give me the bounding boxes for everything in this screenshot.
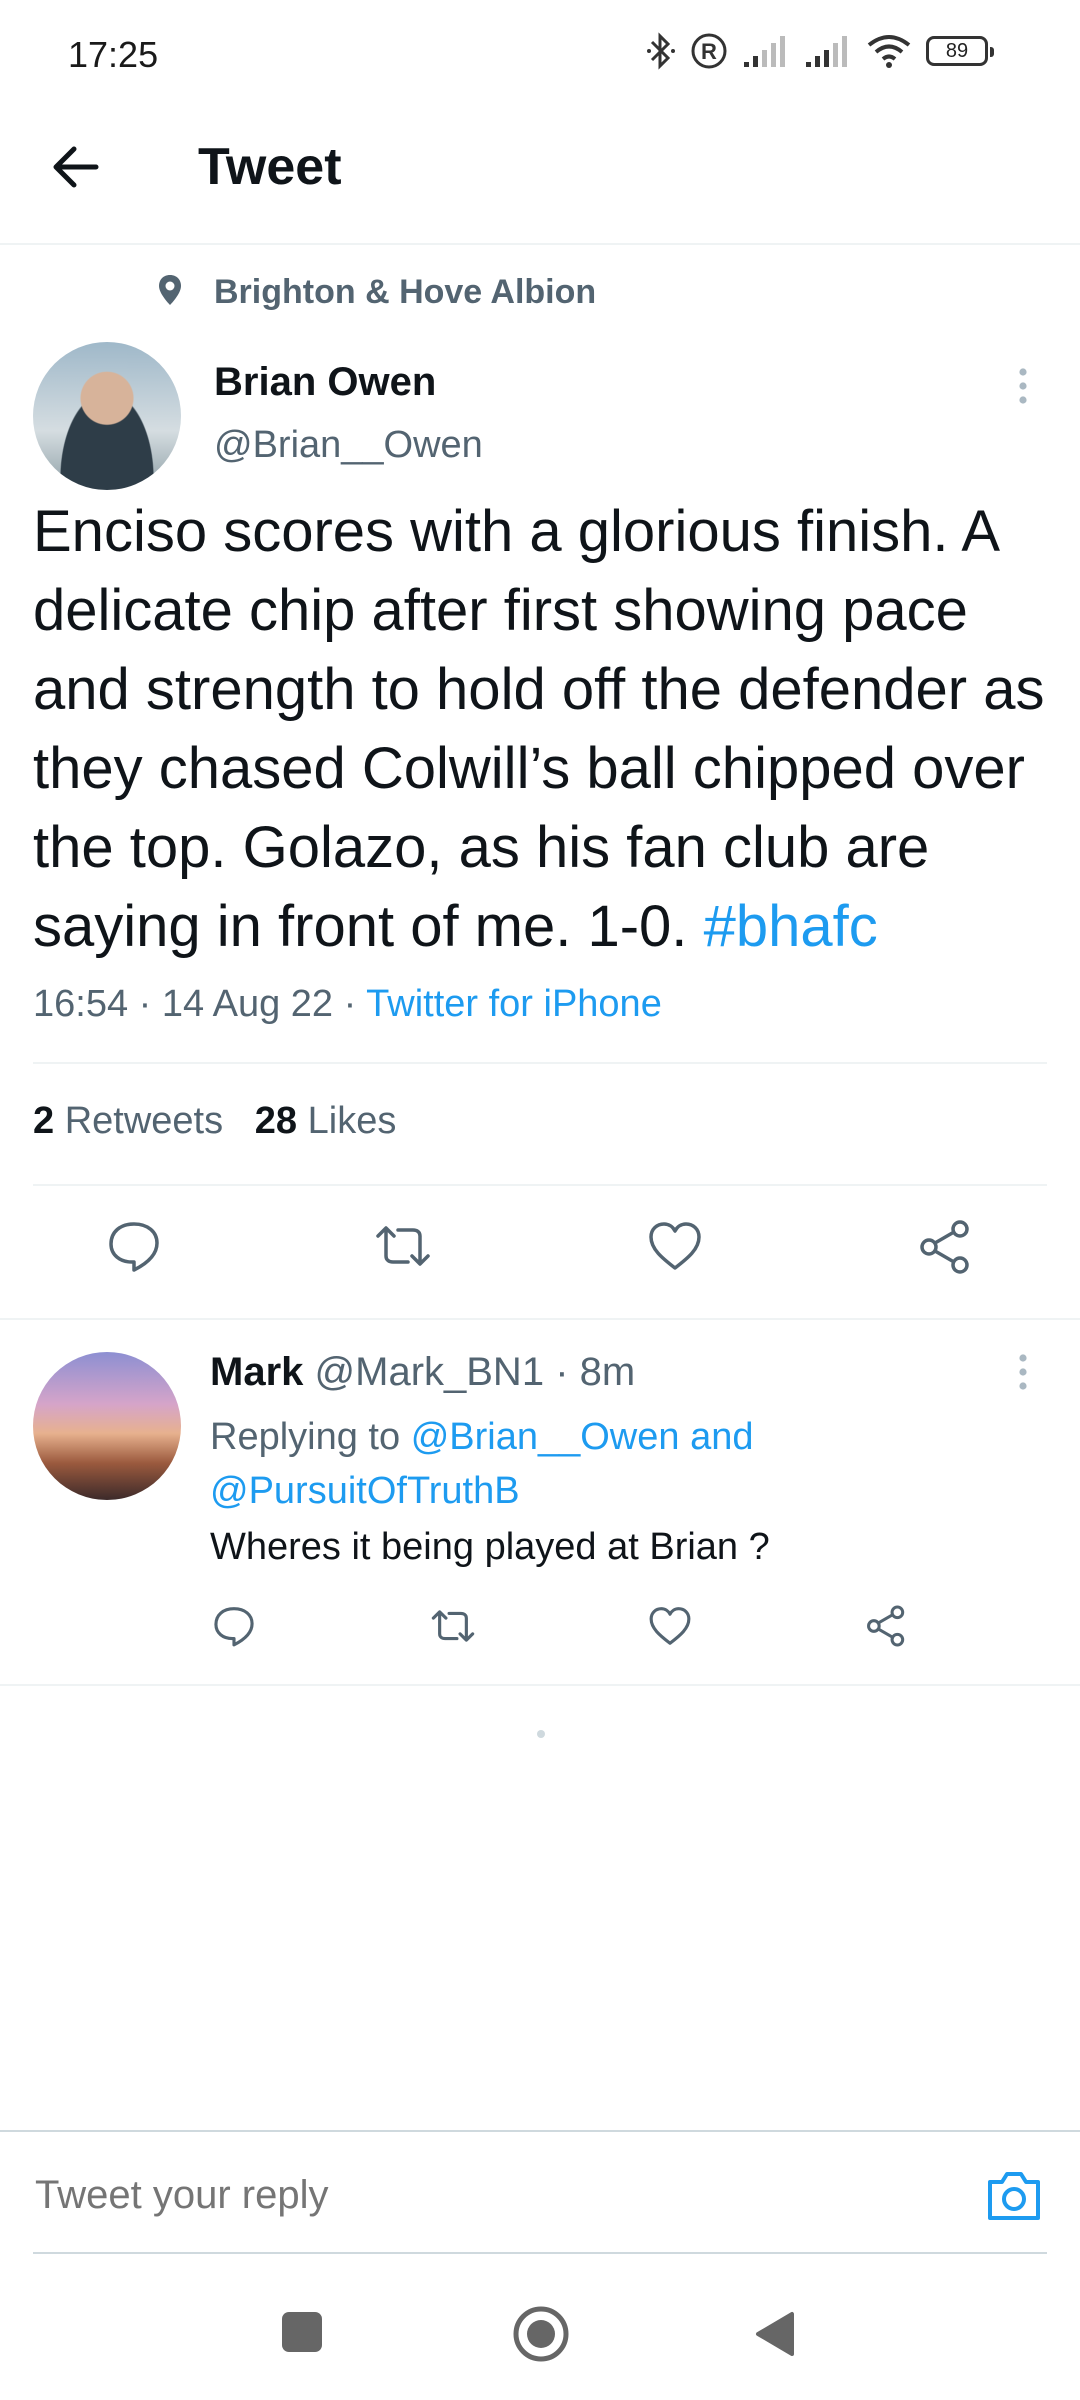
- actions-divider: [0, 1318, 1080, 1320]
- mention-link[interactable]: @Brian__Owen: [411, 1416, 680, 1458]
- retweets-label: Retweets: [64, 1100, 224, 1142]
- reply-actions: [0, 1604, 1080, 1656]
- back-arrow-icon[interactable]: [48, 140, 102, 194]
- tweet-stats: 2 Retweets 28 Likes: [33, 1100, 396, 1143]
- retweet-icon[interactable]: [372, 1218, 434, 1274]
- likes-count: 28: [254, 1100, 298, 1142]
- reply-icon[interactable]: [106, 1218, 162, 1274]
- likes-stat[interactable]: 28 Likes: [255, 1100, 397, 1142]
- battery-icon: 89: [926, 36, 994, 66]
- bluetooth-icon: [646, 32, 676, 70]
- tweet-text: Enciso scores with a glorious finish. A …: [33, 492, 1053, 966]
- share-icon[interactable]: [864, 1604, 908, 1648]
- location-pin-icon: [157, 273, 183, 307]
- replying-prefix: Replying to: [210, 1416, 401, 1458]
- reply-text: Wheres it being played at Brian ?: [210, 1526, 770, 1568]
- reply-divider: [0, 1684, 1080, 1686]
- signal-icon: [804, 34, 852, 68]
- like-icon[interactable]: [646, 1218, 704, 1274]
- reply-input[interactable]: [33, 2172, 552, 2219]
- recent-apps-button[interactable]: [282, 2312, 322, 2352]
- retweet-icon[interactable]: [428, 1604, 478, 1648]
- reply-author-handle[interactable]: @Mark_BN1: [315, 1350, 545, 1394]
- hashtag-link[interactable]: #bhafc: [704, 894, 878, 959]
- registered-icon: R: [690, 32, 728, 70]
- reply-author-avatar[interactable]: [33, 1352, 181, 1500]
- author-avatar[interactable]: [33, 342, 181, 490]
- status-time: 17:25: [68, 34, 159, 75]
- share-icon[interactable]: [916, 1218, 974, 1276]
- compose-underline: [33, 2252, 1047, 2254]
- page-title: Tweet: [198, 138, 342, 196]
- retweets-stat[interactable]: 2 Retweets: [33, 1100, 223, 1142]
- home-button[interactable]: [511, 2304, 571, 2364]
- stats-divider: [33, 1184, 1047, 1186]
- wifi-icon: [866, 33, 912, 69]
- camera-icon[interactable]: [984, 2168, 1044, 2224]
- back-triangle-icon[interactable]: [752, 2310, 796, 2358]
- likes-label: Likes: [307, 1100, 397, 1142]
- svg-text:R: R: [701, 39, 717, 64]
- tweet-date: 14 Aug 22: [161, 983, 334, 1025]
- more-options-icon[interactable]: [1016, 366, 1030, 406]
- tweet-time: 16:54: [33, 983, 129, 1025]
- author-name[interactable]: Brian Owen: [214, 360, 436, 405]
- retweets-count: 2: [33, 1100, 55, 1142]
- tweet-body: Enciso scores with a glorious finish. A …: [33, 499, 1045, 959]
- replying-to: Replying to @Brian__Owen and @PursuitOfTr…: [210, 1410, 1050, 1518]
- mention-conjunction[interactable]: and: [690, 1416, 753, 1458]
- reply-more-options-icon[interactable]: [1016, 1352, 1030, 1392]
- tweet-actions: [0, 1218, 1080, 1288]
- status-icons: R 89: [646, 32, 994, 70]
- meta-divider: [33, 1062, 1047, 1064]
- reply-age: 8m: [579, 1350, 636, 1394]
- author-handle[interactable]: @Brian__Owen: [214, 424, 483, 467]
- tweet-location[interactable]: Brighton & Hove Albion: [214, 273, 596, 312]
- like-icon[interactable]: [647, 1604, 693, 1648]
- compose-top-divider: [0, 2130, 1080, 2132]
- reply-icon[interactable]: [212, 1604, 256, 1648]
- reply-author-name[interactable]: Mark: [210, 1350, 303, 1394]
- reply-header: Mark @Mark_BN1 · 8m: [210, 1350, 636, 1394]
- signal-icon: [742, 34, 790, 68]
- tweet-source-link[interactable]: Twitter for iPhone: [366, 983, 662, 1025]
- loading-dot: [537, 1730, 545, 1738]
- tweet-meta: 16:54 · 14 Aug 22 · Twitter for iPhone: [33, 983, 662, 1025]
- mention-link[interactable]: @PursuitOfTruthB: [210, 1470, 520, 1512]
- header-divider: [0, 243, 1080, 245]
